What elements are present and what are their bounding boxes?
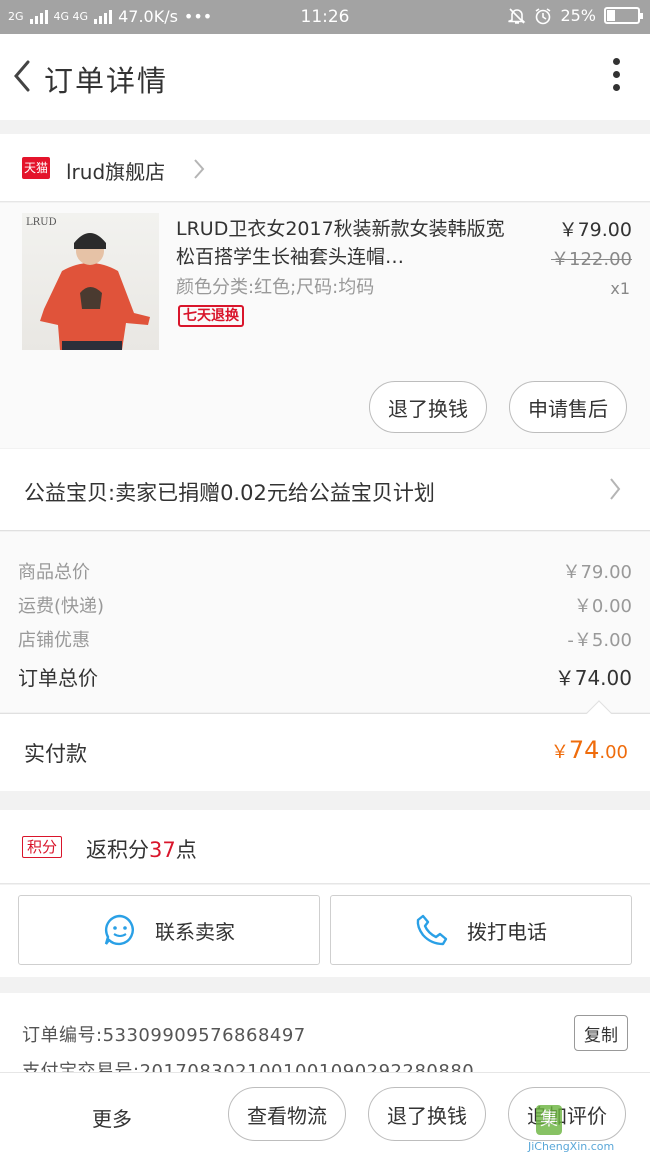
page-title: 订单详情 [44,64,169,98]
call-phone-button[interactable]: 拨打电话 [330,895,632,965]
more-button[interactable]: 更多 [92,1103,132,1132]
fee-row-shipping: 运费(快递) ￥0.00 [18,592,632,620]
fee-value: ￥74.00 [554,666,632,690]
fee-row-total: 订单总价 ￥74.00 [18,662,632,690]
contact-seller-label: 联系卖家 [155,919,235,944]
points-text: 返积分37点 [86,834,197,864]
chevron-right-icon [194,159,205,179]
alarm-icon [535,7,551,24]
product-image[interactable]: LRUD [22,213,159,350]
charity-row[interactable]: 公益宝贝:卖家已捐赠0.02元给公益宝贝计划 [0,449,650,531]
points-prefix: 返积分 [86,838,149,862]
product-quantity: x1 [610,279,630,298]
contact-row: 联系卖家 拨打电话 [0,885,650,977]
order-number: 订单编号:53309909576868497 [22,1025,306,1046]
product-photo-illustration [40,233,150,350]
view-logistics-button[interactable]: 查看物流 [228,1087,346,1141]
paid-label: 实付款 [24,742,87,766]
store-row[interactable]: 天猫 lrud旗舰店 [0,134,650,202]
points-suffix: 点 [175,838,197,862]
fee-row-goods: 商品总价 ￥79.00 [18,558,632,586]
mute-bell-icon [508,7,526,24]
store-name: lrud旗舰店 [66,160,166,184]
product-image-brand: LRUD [26,217,57,228]
after-sale-button[interactable]: 申请售后 [509,381,627,433]
fee-label: 商品总价 [18,562,90,583]
seven-day-return-tag: 七天退换 [178,305,244,327]
refund-button-bottom[interactable]: 退了换钱 [368,1087,486,1141]
fee-value: -￥5.00 [567,630,632,651]
paid-cents: .00 [599,742,628,763]
order-info: 订单编号:53309909576868497 支付宝交易号:2017083021… [0,993,650,1083]
product-spec: 颜色分类:红色;尺码:均码 [176,277,375,298]
product-original-price: ￥122.00 [551,249,632,270]
fee-label: 店铺优惠 [18,630,90,651]
fee-row-discount: 店铺优惠 -￥5.00 [18,626,632,654]
phone-icon [416,914,448,946]
fee-label: 订单总价 [18,666,98,690]
bottom-action-bar: 更多 查看物流 退了换钱 追加评价 集 JiChengXin.com [0,1072,650,1155]
battery-icon [604,7,643,24]
copy-button[interactable]: 复制 [574,1015,628,1051]
chat-bubble-icon [104,914,134,946]
order-item[interactable]: LRUD LRUD卫衣女2017秋装新款女装韩版宽松百搭学生长袖套头连帽… 颜色… [0,203,650,448]
top-nav: 订单详情 [0,34,650,120]
fee-value: ￥0.00 [573,596,632,617]
product-price: ￥79.00 [558,219,632,241]
call-phone-label: 拨打电话 [467,919,547,944]
fee-value: ￥79.00 [562,562,632,583]
product-name[interactable]: LRUD卫衣女2017秋装新款女装韩版宽松百搭学生长袖套头连帽… [176,215,506,271]
charity-text: 公益宝贝:卖家已捐赠0.02元给公益宝贝计划 [24,481,435,505]
points-badge: 积分 [22,836,63,858]
paid-currency: ￥ [550,742,569,763]
contact-seller-button[interactable]: 联系卖家 [18,895,320,965]
paid-value: ￥74.00 [551,736,628,764]
fee-label: 运费(快递) [18,596,105,617]
refund-button[interactable]: 退了换钱 [369,381,487,433]
points-value: 37 [149,838,176,862]
paid-amount-row: 实付款 ￥74.00 [0,700,650,791]
watermark-url: JiChengXin.com [528,1140,615,1153]
tmall-badge: 天猫 [22,157,50,179]
points-row: 积分 返积分37点 [0,810,650,884]
more-menu-icon[interactable] [610,58,622,94]
status-bar: 2G 4G 4G 47.0K/s ••• 11:26 25% [0,0,650,34]
watermark-glyph: 集 [536,1105,562,1135]
fee-summary: 商品总价 ￥79.00 运费(快递) ￥0.00 店铺优惠 -￥5.00 订单总… [0,532,650,712]
watermark-logo: 集 JiChengXin.com [526,1105,646,1153]
battery-percent: 25% [560,6,596,25]
paid-whole: 74 [568,736,600,764]
back-arrow-icon[interactable] [8,56,38,96]
chevron-right-icon [610,478,621,500]
